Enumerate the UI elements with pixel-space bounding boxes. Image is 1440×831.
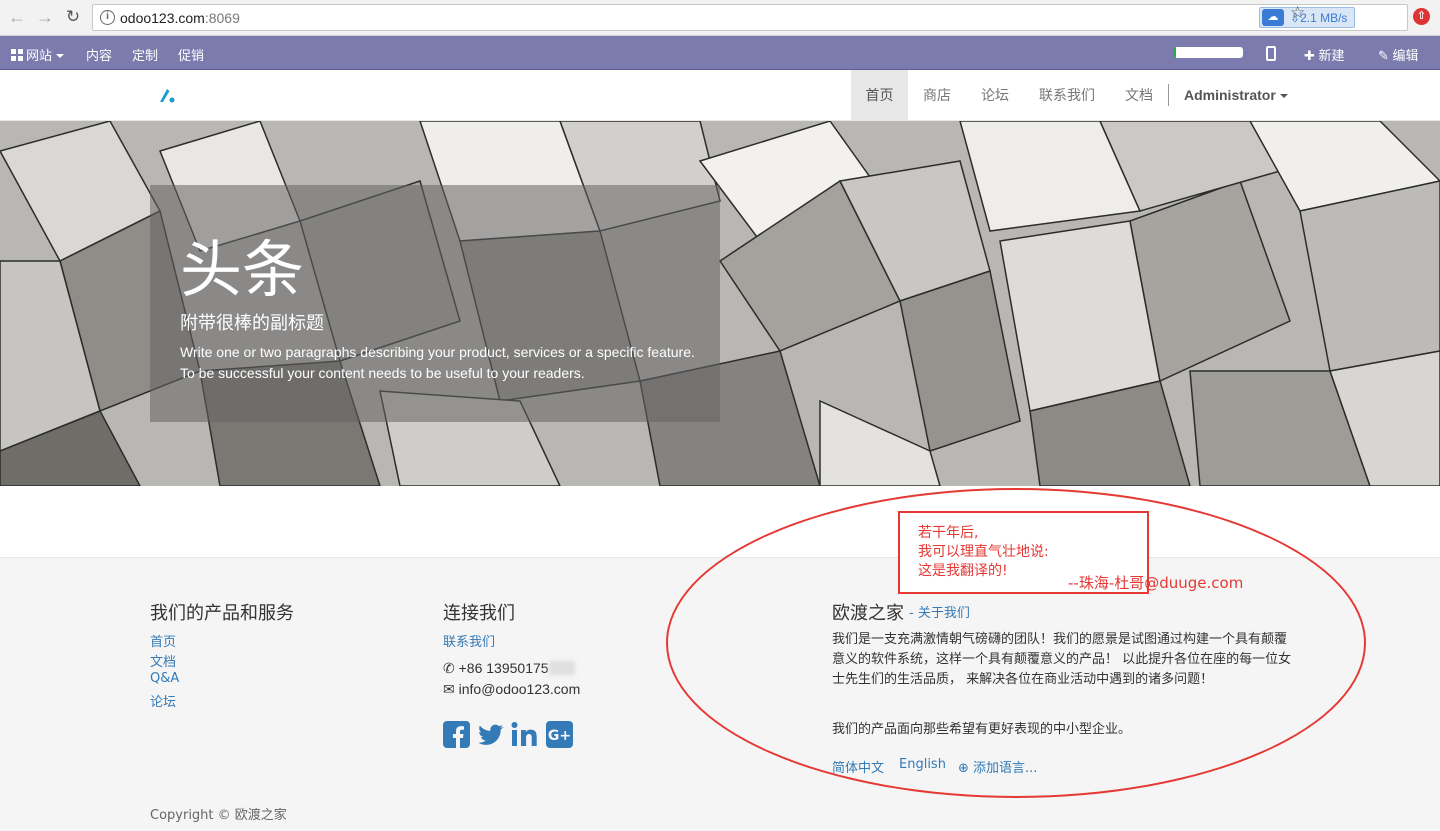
url-text: odoo123.com:8069 (120, 10, 240, 26)
annotation-signature: --珠海-杜哥@duuge.com (1068, 574, 1244, 592)
facebook-icon[interactable] (443, 721, 470, 748)
caret-down-icon (56, 54, 65, 58)
footer-link-contact[interactable]: 联系我们 (443, 631, 495, 650)
hero-paragraph: Write one or two paragraphs describing y… (180, 344, 695, 381)
redacted-digits (548, 661, 575, 675)
loading-progress-bar (1173, 47, 1243, 58)
apps-grid-icon (11, 49, 23, 61)
phone-icon: ✆ (443, 660, 455, 676)
new-button[interactable]: ✚ 新建 (1304, 45, 1345, 64)
products-heading: 我们的产品和服务 (150, 603, 294, 624)
user-menu[interactable]: Administrator (1184, 70, 1288, 120)
hero-subtitle: 附带很棒的副标题 (180, 313, 324, 334)
plus-icon: ✚ (1304, 48, 1315, 63)
connect-heading: 连接我们 (443, 603, 515, 624)
twitter-icon[interactable] (477, 721, 504, 748)
menu-item-contact[interactable]: 联系我们 (1039, 70, 1095, 120)
envelope-icon: ✉ (443, 681, 455, 697)
caret-down-icon (1279, 94, 1288, 98)
hero-banner: 头条 附带很棒的副标题 Write one or two paragraphs … (0, 121, 1440, 486)
footer-link-home[interactable]: 首页 (150, 631, 176, 650)
info-icon[interactable]: i (100, 10, 115, 25)
footer-link-docs[interactable]: 文档 (150, 651, 176, 670)
annotation-text: 若干年后, 我可以理直气壮地说: 这是我翻译的! (918, 525, 1049, 579)
phone-line: ✆ +86 13950175 (443, 660, 575, 677)
site-header: 首页 商店 论坛 联系我们 文档 Administrator (0, 70, 1440, 121)
google-plus-icon[interactable]: G+ (546, 721, 573, 748)
menu-item-docs[interactable]: 文档 (1125, 70, 1153, 120)
browser-toolbar: ← → ↻ i odoo123.com:8069 ☁ ⇩2.1 MB/s ☆ ⇧ (0, 0, 1440, 36)
customize-menu[interactable]: 定制 (132, 45, 158, 64)
menu-item-shop[interactable]: 商店 (923, 70, 951, 120)
content-menu[interactable]: 内容 (86, 45, 112, 64)
cloud-icon: ☁ (1262, 9, 1284, 26)
email-line: ✉ info@odoo123.com (443, 681, 581, 697)
address-bar[interactable]: i odoo123.com:8069 ☁ ⇩2.1 MB/s (92, 4, 1408, 31)
menu-item-home[interactable]: 首页 (851, 70, 908, 120)
mobile-preview-icon[interactable] (1266, 46, 1276, 61)
footer-link-qa[interactable]: Q&A (150, 671, 179, 686)
menu-divider (1168, 84, 1169, 106)
linkedin-icon[interactable] (511, 721, 538, 748)
hero-title: 头条 (180, 233, 305, 306)
site-logo-icon[interactable] (158, 86, 176, 104)
copyright-text: Copyright © 欧渡之家 (150, 808, 287, 823)
edit-button[interactable]: ✎ 编辑 (1378, 45, 1419, 64)
back-icon[interactable]: ← (6, 6, 28, 28)
promote-menu[interactable]: 促销 (178, 45, 204, 64)
bookmark-star-icon[interactable]: ☆ (1290, 3, 1305, 23)
website-menu[interactable]: 网站 (11, 45, 65, 64)
forward-icon[interactable]: → (34, 6, 56, 28)
hero-text-box: 头条 附带很棒的副标题 Write one or two paragraphs … (150, 185, 720, 422)
extension-icon[interactable]: ⇧ (1413, 8, 1430, 25)
pencil-icon: ✎ (1378, 48, 1389, 63)
reload-icon[interactable]: ↻ (62, 6, 84, 28)
download-speed-badge[interactable]: ☁ ⇩2.1 MB/s (1259, 7, 1355, 28)
menu-item-forum[interactable]: 论坛 (981, 70, 1009, 120)
website-editor-bar: 网站 内容 定制 促销 ✚ 新建 ✎ 编辑 (0, 36, 1440, 70)
footer-link-forum[interactable]: 论坛 (150, 691, 176, 710)
svg-text:G+: G+ (548, 728, 571, 744)
